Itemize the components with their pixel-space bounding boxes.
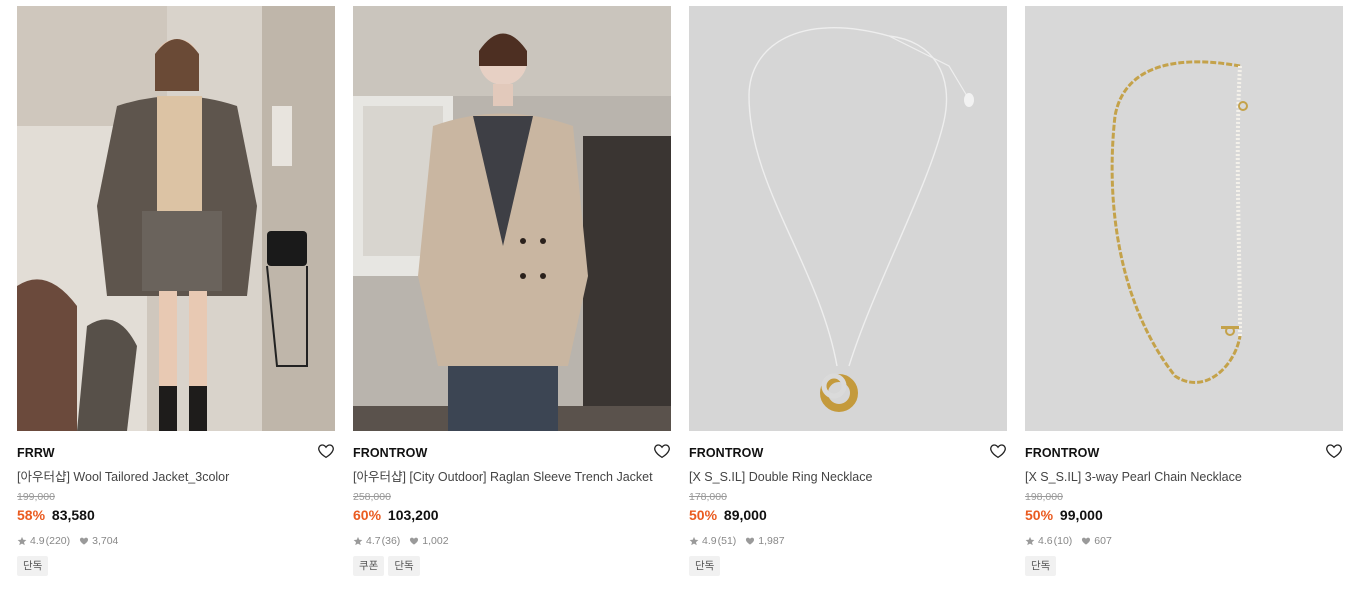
rating: 4.7 [366,535,381,547]
product-meta: 4.6 (10) 607 [1025,534,1343,548]
brand-name[interactable]: FRONTROW [1025,445,1343,461]
original-price: 198,000 [1025,491,1063,503]
original-price: 258,000 [353,491,391,503]
brand-name[interactable]: FRONTROW [353,445,671,461]
heart-outline-icon[interactable] [1325,442,1343,460]
product-card[interactable]: FRONTROW [X S_S.IL] Double Ring Necklace… [689,6,1007,576]
tag-exclusive: 단독 [388,556,420,576]
tag-coupon: 쿠폰 [353,556,385,576]
product-card[interactable]: FRRW [아우터샵] Wool Tailored Jacket_3color … [17,6,335,576]
brand-name[interactable]: FRONTROW [689,445,1007,461]
original-price: 178,000 [689,491,727,503]
product-image-pearl-chain-necklace[interactable] [1025,6,1343,431]
rating: 4.9 [702,535,717,547]
product-name[interactable]: [X S_S.IL] 3-way Pearl Chain Necklace [1025,469,1343,485]
discount-rate: 50% [689,507,718,523]
like-count: 607 [1094,535,1112,547]
tag-exclusive: 단독 [1025,556,1057,576]
heart-filled-icon [79,536,89,546]
heart-outline-icon[interactable] [653,442,671,460]
price-row: 50% 99,000 [1025,506,1343,524]
review-count: (10) [1053,535,1073,547]
rating: 4.9 [30,535,45,547]
product-image-double-ring-necklace[interactable] [689,6,1007,431]
sale-price: 89,000 [723,507,767,523]
discount-rate: 50% [1025,507,1054,523]
review-count: (220) [45,535,71,547]
product-image-wool-jacket[interactable] [17,6,335,431]
product-name[interactable]: [아우터샵] Wool Tailored Jacket_3color [17,469,335,485]
product-name[interactable]: [X S_S.IL] Double Ring Necklace [689,469,1007,485]
like-count: 1,002 [422,535,449,547]
brand-name[interactable]: FRRW [17,445,335,461]
product-meta: 4.9 (51) 1,987 [689,534,1007,548]
tag-exclusive: 단독 [17,556,49,576]
product-grid: FRRW [아우터샵] Wool Tailored Jacket_3color … [0,0,1348,607]
heart-outline-icon[interactable] [989,442,1007,460]
like-count: 1,987 [758,535,785,547]
product-name[interactable]: [아우터샵] [City Outdoor] Raglan Sleeve Tren… [353,469,671,485]
sale-price: 83,580 [51,507,95,523]
price-row: 50% 89,000 [689,506,1007,524]
rating: 4.6 [1038,535,1053,547]
original-price: 199,000 [17,491,55,503]
product-image-trench-jacket[interactable] [353,6,671,431]
product-card[interactable]: FRONTROW [아우터샵] [City Outdoor] Raglan Sl… [353,6,671,576]
star-icon [689,536,699,546]
review-count: (51) [717,535,737,547]
tag-list: 단독 [1025,556,1343,576]
price-row: 58% 83,580 [17,506,335,524]
product-meta: 4.7 (36) 1,002 [353,534,671,548]
product-meta: 4.9 (220) 3,704 [17,534,335,548]
tag-exclusive: 단독 [689,556,721,576]
heart-filled-icon [745,536,755,546]
sale-price: 103,200 [387,507,439,523]
discount-rate: 58% [17,507,46,523]
heart-outline-icon[interactable] [317,442,335,460]
sale-price: 99,000 [1059,507,1103,523]
discount-rate: 60% [353,507,382,523]
product-card[interactable]: FRONTROW [X S_S.IL] 3-way Pearl Chain Ne… [1025,6,1343,576]
heart-filled-icon [409,536,419,546]
review-count: (36) [381,535,401,547]
tag-list: 단독 [689,556,1007,576]
like-count: 3,704 [92,535,119,547]
tag-list: 쿠폰 단독 [353,556,671,576]
star-icon [353,536,363,546]
heart-filled-icon [1081,536,1091,546]
star-icon [17,536,27,546]
star-icon [1025,536,1035,546]
tag-list: 단독 [17,556,335,576]
price-row: 60% 103,200 [353,506,671,524]
